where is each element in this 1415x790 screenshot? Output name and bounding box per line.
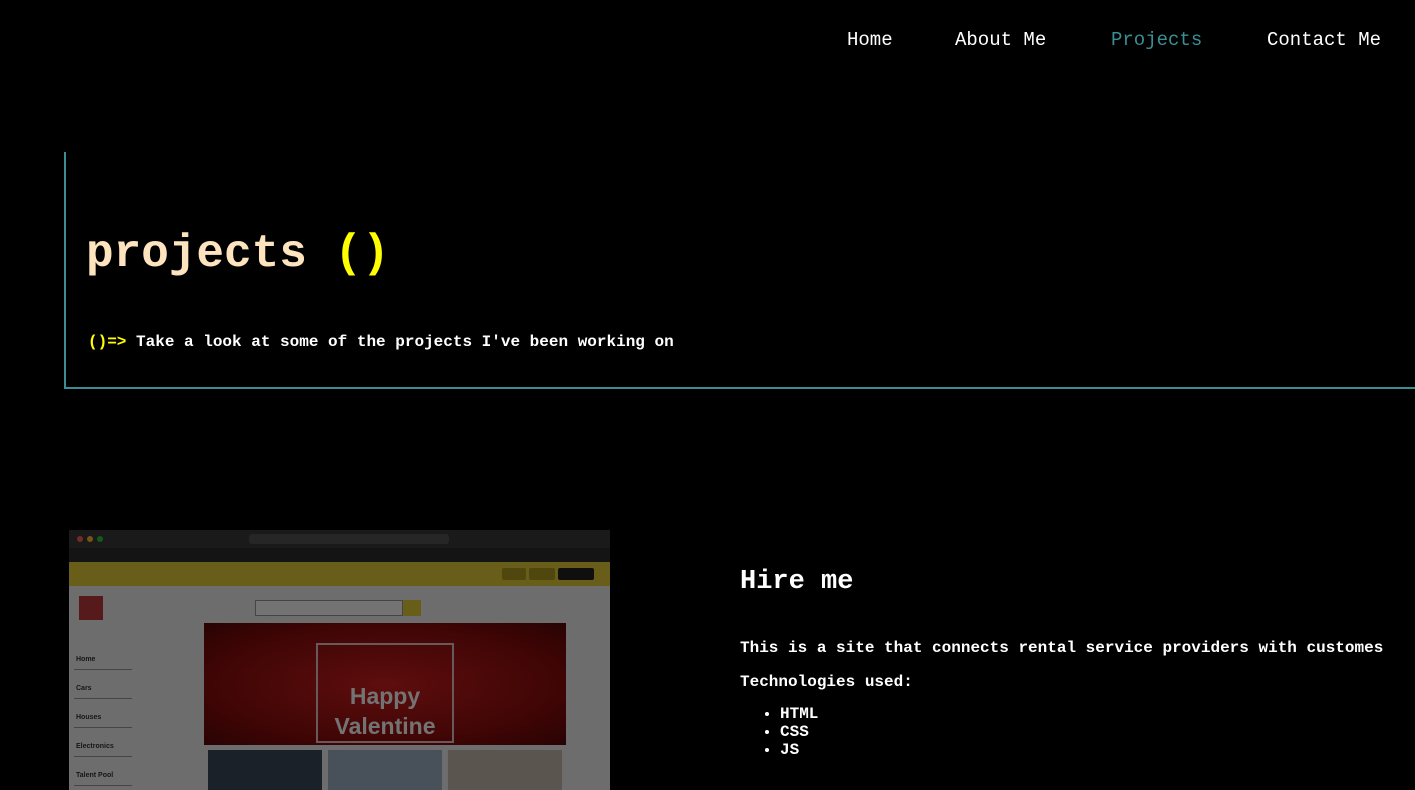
project-description: This is a site that connects rental serv…: [740, 639, 1384, 657]
top-nav: Home About Me Projects Contact Me: [0, 0, 1415, 80]
project-details: Hire me This is a site that connects ren…: [740, 565, 1410, 759]
banner-line-1: Happy: [349, 683, 421, 709]
post-ad-button: [558, 568, 594, 580]
side-divider: [74, 785, 132, 786]
project-title: Hire me: [740, 567, 854, 597]
listing-thumbnail: [208, 750, 322, 790]
side-item-talent-pool: Talent Pool: [76, 772, 114, 779]
tech-item-css: CSS: [780, 723, 818, 741]
site-search-input: [255, 600, 403, 616]
arrow-prefix: ()=>: [88, 333, 127, 351]
search-icon: [403, 600, 421, 616]
page-subtitle: ()=> Take a look at some of the projects…: [88, 331, 674, 353]
page-title-word: projects: [86, 228, 307, 280]
close-dot-icon: [77, 536, 83, 542]
banner-line-2: Valentine: [334, 713, 436, 739]
page-title: projects (): [86, 226, 390, 282]
listing-thumbnail: [328, 750, 442, 790]
site-logo: [79, 596, 103, 620]
address-bar: [249, 534, 449, 544]
page-title-parens: (): [334, 228, 390, 280]
side-divider: [74, 669, 132, 670]
side-item-home: Home: [76, 656, 96, 663]
minimize-dot-icon: [87, 536, 93, 542]
login-button: [502, 568, 526, 580]
side-item-electronics: Electronics: [76, 743, 114, 750]
technologies-label: Technologies used:: [740, 673, 913, 691]
side-divider: [74, 727, 132, 728]
side-item-cars: Cars: [76, 685, 92, 692]
technologies-list: HTML CSS JS: [740, 705, 818, 759]
nav-projects-link[interactable]: Projects: [1111, 28, 1202, 52]
side-item-houses: Houses: [76, 714, 102, 721]
nav-contact-link[interactable]: Contact Me: [1267, 28, 1381, 52]
signup-button: [529, 568, 555, 580]
side-divider: [74, 698, 132, 699]
maximize-dot-icon: [97, 536, 103, 542]
projects-header: projects () ()=> Take a look at some of …: [64, 152, 1415, 389]
tech-item-html: HTML: [780, 705, 818, 723]
tech-item-js: JS: [780, 741, 818, 759]
browser-tabs: [69, 548, 610, 562]
listing-thumbnail: [448, 750, 562, 790]
browser-chrome: [69, 530, 610, 548]
subtitle-text: Take a look at some of the projects I've…: [136, 333, 674, 351]
nav-about-link[interactable]: About Me: [955, 28, 1046, 52]
nav-home-link[interactable]: Home: [847, 28, 893, 52]
side-divider: [74, 756, 132, 757]
project-screenshot[interactable]: Home Cars Houses Electronics Talent Pool…: [69, 530, 610, 790]
